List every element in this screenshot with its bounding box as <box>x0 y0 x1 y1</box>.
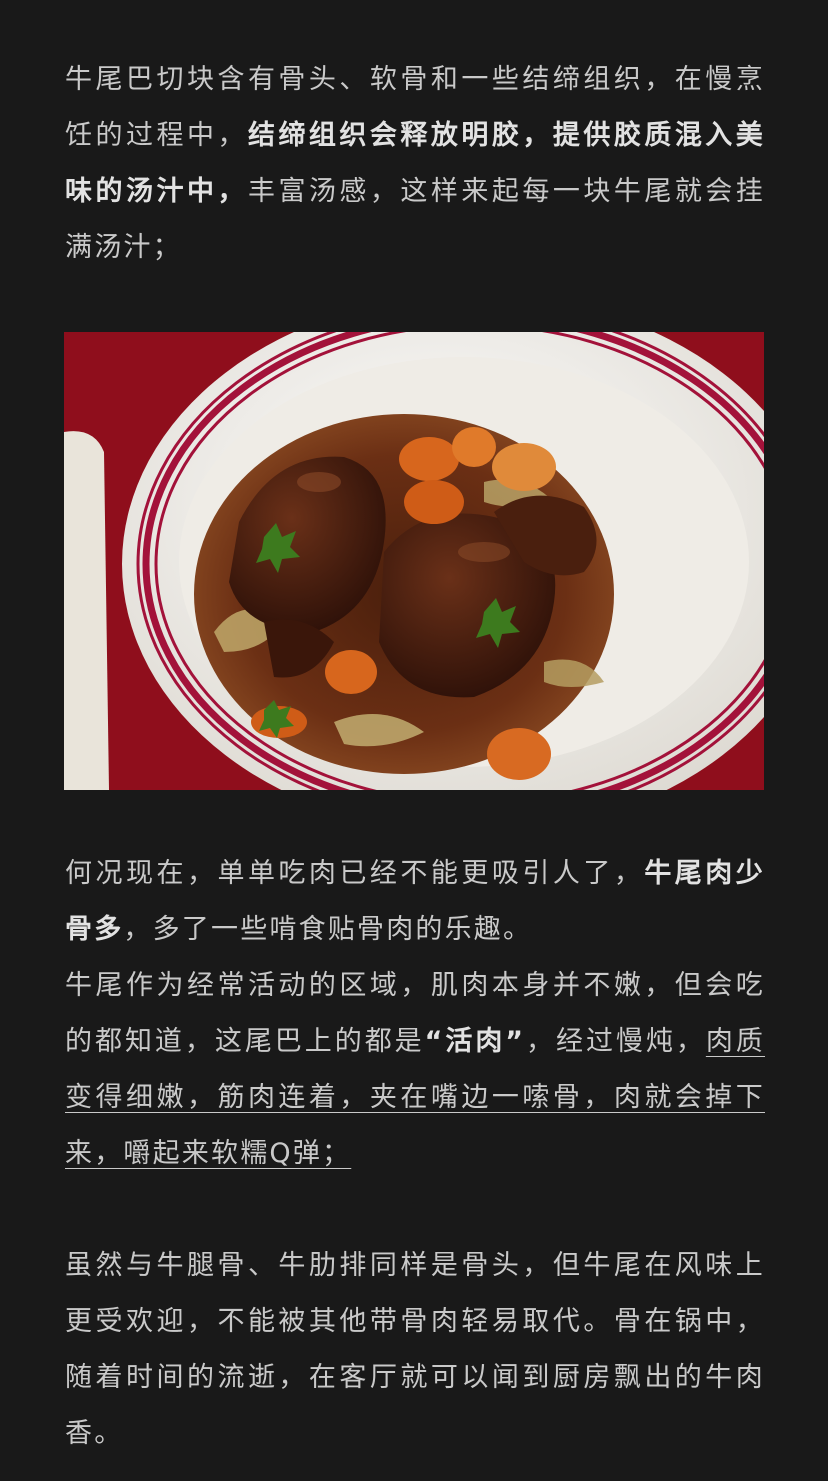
paragraph-text: 虽然与牛腿骨、牛肋排同样是骨头，但牛尾在风味上更受欢迎，不能被其他带骨肉轻易取代… <box>65 1250 765 1449</box>
article-body: 牛尾巴切块含有骨头、软骨和一些结缔组织，在慢烹饪的过程中，结缔组织会释放明胶，提… <box>0 0 828 1481</box>
paragraph-active-meat: 牛尾作为经常活动的区域，肌肉本身并不嫩，但会吃的都知道，这尾巴上的都是“活肉”，… <box>65 958 765 1182</box>
paragraph-text: ，经过慢炖， <box>525 1026 706 1057</box>
paragraph-text: ，多了一些啃食贴骨肉的乐趣。 <box>123 914 533 945</box>
paragraph-oxtail-texture: 牛尾巴切块含有骨头、软骨和一些结缔组织，在慢烹饪的过程中，结缔组织会释放明胶，提… <box>65 52 765 276</box>
bold-highlight: “活肉” <box>424 1026 526 1057</box>
paragraph-bones: 何况现在，单单吃肉已经不能更吸引人了，牛尾肉少骨多，多了一些啃食贴骨肉的乐趣。 <box>65 846 765 958</box>
paragraph-flavor: 虽然与牛腿骨、牛肋排同样是骨头，但牛尾在风味上更受欢迎，不能被其他带骨肉轻易取代… <box>65 1238 765 1462</box>
paragraph-text: 何况现在，单单吃肉已经不能更吸引人了， <box>65 858 645 889</box>
oxtail-stew-photo <box>64 332 764 790</box>
